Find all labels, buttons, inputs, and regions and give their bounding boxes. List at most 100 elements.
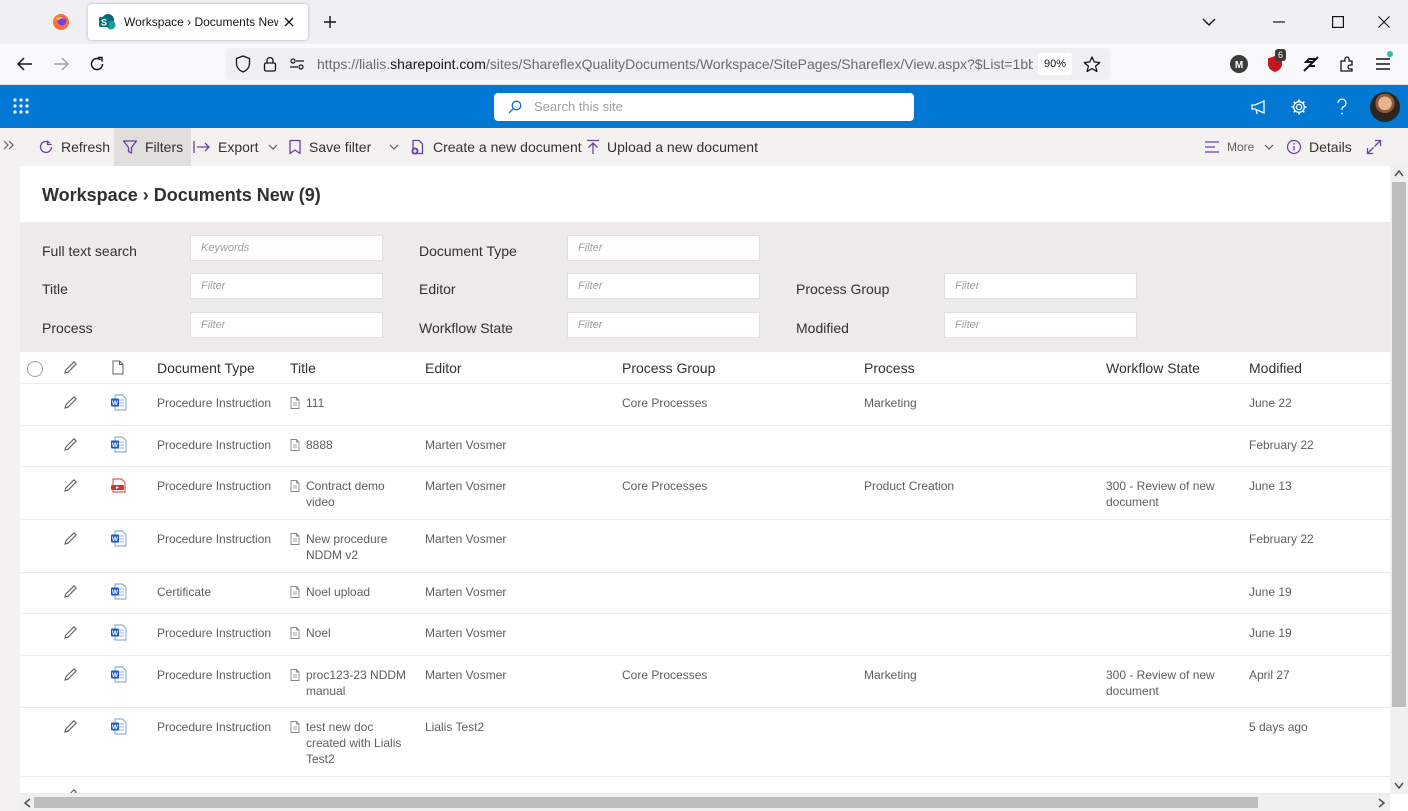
column-header-title[interactable]: Title xyxy=(290,360,316,376)
scroll-right-arrow-icon[interactable] xyxy=(1378,798,1386,808)
table-row[interactable]: W Procedure Instruction Marten Vosmer Febru… xyxy=(20,426,1390,467)
extension-feather-icon[interactable] xyxy=(1300,53,1322,75)
svg-text:W: W xyxy=(112,589,119,596)
vertical-scrollbar[interactable] xyxy=(1390,166,1408,794)
title-label: Title xyxy=(42,281,68,297)
table-row-partial[interactable] xyxy=(20,777,1390,794)
export-button[interactable]: Export xyxy=(193,128,278,166)
editor-filter-input[interactable]: Filter xyxy=(567,273,760,299)
cell-title-link[interactable]: Noel upload xyxy=(290,584,408,600)
title-filter-input[interactable]: Filter xyxy=(190,273,383,299)
ublock-extension-icon[interactable]: 6 xyxy=(1264,49,1287,75)
table-row[interactable]: W Procedure Instruction Marten Vosmer Core … xyxy=(20,656,1390,708)
cell-title-link[interactable]: Noel xyxy=(290,625,408,641)
process-group-label: Process Group xyxy=(796,281,890,297)
account-m-icon[interactable]: M xyxy=(1228,53,1250,75)
horizontal-scrollbar[interactable] xyxy=(20,794,1390,811)
back-arrow-icon[interactable] xyxy=(10,49,40,79)
edit-pencil-icon[interactable] xyxy=(63,667,78,682)
modified-filter-input[interactable]: Filter xyxy=(944,312,1137,338)
permissions-icon[interactable] xyxy=(288,55,306,73)
app-menu-icon[interactable] xyxy=(1372,51,1394,75)
full-text-search-input[interactable]: Keywords xyxy=(190,235,383,261)
upload-new-document-button[interactable]: Upload a new document xyxy=(586,128,758,166)
cell-modified: February 22 xyxy=(1249,438,1314,452)
cell-title-link[interactable]: New procedure NDDM v2 xyxy=(290,531,408,563)
edit-pencil-icon[interactable] xyxy=(63,531,78,546)
forward-arrow-icon[interactable] xyxy=(46,49,76,79)
save-filter-chevron-down-icon[interactable] xyxy=(389,144,399,150)
megaphone-icon[interactable] xyxy=(1247,95,1271,119)
document-icon xyxy=(290,627,300,639)
save-filter-button[interactable]: Save filter xyxy=(288,128,399,166)
column-header-modified[interactable]: Modified xyxy=(1249,360,1302,376)
bookmark-star-icon[interactable] xyxy=(1083,55,1101,73)
tab-workspace-documents[interactable]: S Workspace › Documents New xyxy=(88,4,308,40)
help-question-icon[interactable] xyxy=(1330,95,1354,119)
table-row[interactable]: W Procedure Instruction Marten Vosmer June … xyxy=(20,614,1390,656)
new-tab-button[interactable] xyxy=(318,10,342,34)
export-arrow-icon xyxy=(193,140,211,154)
select-all-circle-icon[interactable] xyxy=(26,360,44,378)
url-text[interactable]: https://lialis.sharepoint.com/sites/Shar… xyxy=(317,56,1033,72)
user-avatar[interactable] xyxy=(1370,92,1400,122)
settings-gear-icon[interactable] xyxy=(1287,95,1311,119)
info-icon xyxy=(1286,139,1302,155)
details-button[interactable]: Details xyxy=(1286,128,1352,166)
column-header-document-type[interactable]: Document Type xyxy=(157,360,255,376)
cell-title-link[interactable]: test new doc created with Lialis Test2 xyxy=(290,719,408,767)
cell-title-link[interactable]: 111 xyxy=(290,395,408,411)
scroll-left-arrow-icon[interactable] xyxy=(23,798,31,808)
process-group-filter-input[interactable]: Filter xyxy=(944,273,1137,299)
cell-title-link[interactable]: Contract demo video xyxy=(290,478,408,510)
filters-button[interactable]: Filters xyxy=(114,128,192,166)
site-search-input[interactable]: Search this site xyxy=(494,93,914,121)
reload-icon[interactable] xyxy=(82,49,112,79)
column-header-workflow-state[interactable]: Workflow State xyxy=(1106,360,1200,376)
url-bar[interactable]: https://lialis.sharepoint.com/sites/Shar… xyxy=(226,48,1110,80)
cell-title-link[interactable]: 8888 xyxy=(290,437,408,453)
table-row[interactable]: W Procedure Instruction Core Processes Mark… xyxy=(20,384,1390,426)
edit-pencil-icon[interactable] xyxy=(63,584,78,599)
create-new-document-button[interactable]: Create a new document xyxy=(410,128,582,166)
edit-pencil-icon[interactable] xyxy=(63,437,78,452)
shield-icon[interactable] xyxy=(234,55,252,73)
more-button[interactable]: More xyxy=(1204,128,1274,166)
maximize-icon[interactable] xyxy=(1322,6,1354,38)
app-launcher-waffle-icon[interactable] xyxy=(12,97,32,117)
column-header-process[interactable]: Process xyxy=(864,360,915,376)
command-bar: Refresh Filters Export Save filter Creat… xyxy=(20,128,1408,166)
workflow-state-filter-input[interactable]: Filter xyxy=(567,312,760,338)
cell-title-text: 111 xyxy=(306,396,325,410)
tab-close-icon[interactable] xyxy=(278,11,300,33)
scroll-up-arrow-icon[interactable] xyxy=(1394,169,1404,177)
firefox-icon[interactable] xyxy=(40,4,82,40)
edit-pencil-icon[interactable] xyxy=(63,395,78,410)
table-row[interactable]: Procedure Instruction Marten Vosmer Core P… xyxy=(20,467,1390,520)
edit-pencil-icon[interactable] xyxy=(63,719,78,734)
table-row[interactable]: W Certificate Marten Vosmer June 19 Noel upl… xyxy=(20,573,1390,614)
table-row[interactable]: W Procedure Instruction Marten Vosmer Febru… xyxy=(20,520,1390,573)
horizontal-scroll-thumb[interactable] xyxy=(34,797,1258,808)
tab-list-chevron-icon[interactable] xyxy=(1193,6,1225,38)
cell-title-link[interactable]: proc123-23 NDDM manual xyxy=(290,667,408,699)
vertical-scroll-thumb[interactable] xyxy=(1392,182,1406,707)
lock-icon[interactable] xyxy=(261,55,279,73)
close-window-icon[interactable] xyxy=(1368,6,1400,38)
filter-panel: Full text search Keywords Document Type … xyxy=(20,222,1390,352)
minimize-icon[interactable] xyxy=(1263,6,1295,38)
edit-pencil-icon[interactable] xyxy=(63,478,78,493)
edit-pencil-icon[interactable] xyxy=(63,625,78,640)
extensions-puzzle-icon[interactable] xyxy=(1336,53,1358,75)
fullscreen-expand-icon[interactable] xyxy=(1366,128,1382,166)
expand-nav-chevron-icon[interactable] xyxy=(2,139,16,151)
zoom-level-badge[interactable]: 90% xyxy=(1038,53,1072,75)
column-header-process-group[interactable]: Process Group xyxy=(622,360,715,376)
column-header-editor[interactable]: Editor xyxy=(425,360,462,376)
table-row[interactable]: W Procedure Instruction Lialis Test2 5 days… xyxy=(20,708,1390,777)
document-type-filter-input[interactable]: Filter xyxy=(567,235,760,261)
process-filter-input[interactable]: Filter xyxy=(190,312,383,338)
scroll-down-arrow-icon[interactable] xyxy=(1394,782,1404,790)
refresh-button[interactable]: Refresh xyxy=(38,128,110,166)
cell-title-text: Contract demo video xyxy=(306,479,385,509)
